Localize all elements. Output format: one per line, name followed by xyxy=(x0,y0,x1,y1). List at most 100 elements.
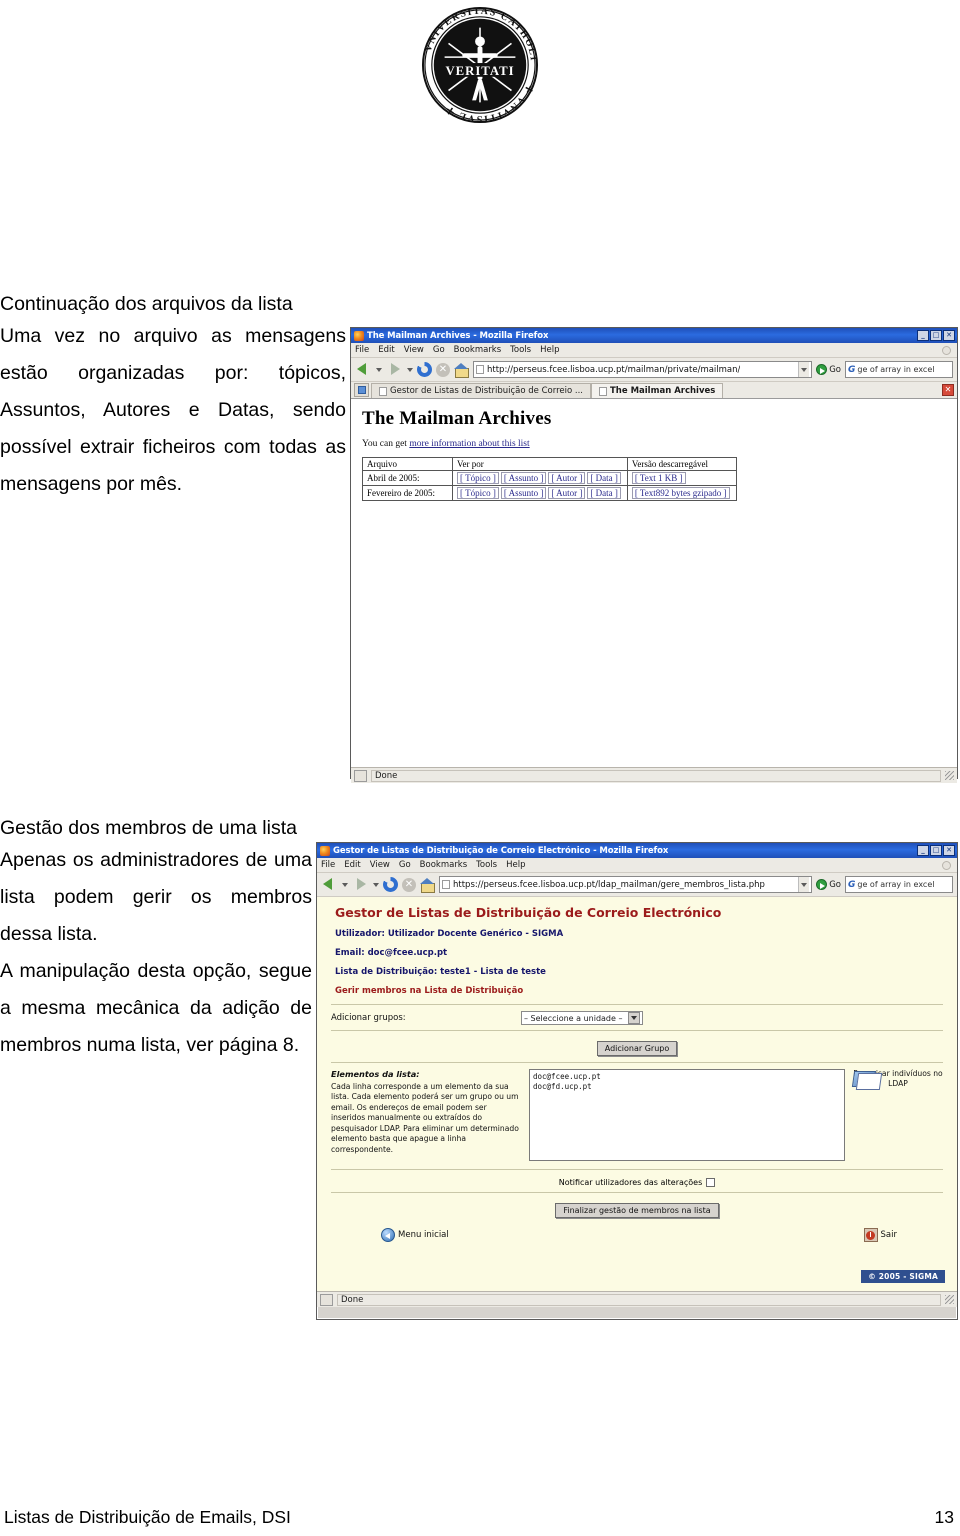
maximize-button[interactable]: □ xyxy=(930,845,942,856)
menu-view[interactable]: View xyxy=(370,860,390,870)
link-autor[interactable]: [ Autor ] xyxy=(548,487,586,499)
forward-icon[interactable] xyxy=(386,361,403,378)
window1-menubar[interactable]: File Edit View Go Bookmarks Tools Help xyxy=(351,343,957,358)
tab-mailman-archives[interactable]: The Mailman Archives xyxy=(591,383,724,398)
divider xyxy=(331,1004,943,1005)
go-button[interactable]: Go xyxy=(816,364,841,375)
window1-controls[interactable]: _ □ ✕ xyxy=(917,330,955,341)
link-topico[interactable]: [ Tópico ] xyxy=(457,472,499,484)
link-autor[interactable]: [ Autor ] xyxy=(548,472,586,484)
home-icon[interactable] xyxy=(420,878,435,893)
forward-icon[interactable] xyxy=(352,876,369,893)
window1-titlebar[interactable]: The Mailman Archives - Mozilla Firefox _… xyxy=(351,328,957,343)
menu-bookmarks[interactable]: Bookmarks xyxy=(420,860,468,870)
resize-grip[interactable] xyxy=(945,1295,954,1304)
more-information-link[interactable]: more information about this list xyxy=(409,439,529,449)
go-label: Go xyxy=(829,879,841,890)
tab-gestor-listas[interactable]: Gestor de Listas de Distribuição de Corr… xyxy=(371,383,591,398)
back-icon[interactable] xyxy=(355,361,372,378)
menu-view[interactable]: View xyxy=(404,345,424,355)
add-group-button[interactable]: Adicionar Grupo xyxy=(596,1041,678,1056)
home-icon[interactable] xyxy=(454,363,469,378)
cell-arquivo: Abril de 2005: xyxy=(362,470,453,486)
search-box[interactable]: G ge of array in excel xyxy=(845,876,953,893)
back-icon[interactable] xyxy=(321,876,338,893)
window2-menubar[interactable]: File Edit View Go Bookmarks Tools Help xyxy=(317,858,957,873)
stop-icon[interactable]: ✕ xyxy=(436,362,450,377)
tab-close-icon[interactable]: ✕ xyxy=(942,384,954,396)
chevron-down-icon[interactable] xyxy=(628,1012,641,1024)
link-data[interactable]: [ Data ] xyxy=(587,487,621,499)
finish-members-button[interactable]: Finalizar gestão de membros na lista xyxy=(555,1203,719,1218)
statusbar-icon xyxy=(354,769,367,782)
menu-bookmarks[interactable]: Bookmarks xyxy=(454,345,502,355)
unit-select[interactable]: – Seleccione a unidade – xyxy=(521,1011,644,1025)
resize-grip[interactable] xyxy=(945,771,954,780)
menubar-status-indicator xyxy=(942,345,951,355)
menu-tools[interactable]: Tools xyxy=(510,345,531,355)
close-button[interactable]: ✕ xyxy=(943,845,955,856)
go-button[interactable]: Go xyxy=(816,879,841,890)
address-bar[interactable]: https://perseus.fcee.lisboa.ucp.pt/ldap_… xyxy=(439,876,813,893)
list-line: Lista de Distribuição: teste1 - Lista de… xyxy=(335,967,546,977)
exit-button[interactable]: Sair xyxy=(863,1228,897,1242)
forward-dropdown-icon[interactable] xyxy=(373,882,379,887)
menu-tools[interactable]: Tools xyxy=(476,860,497,870)
address-bar-url: https://perseus.fcee.lisboa.ucp.pt/ldap_… xyxy=(453,879,765,890)
browser-window-mailman-archives[interactable]: The Mailman Archives - Mozilla Firefox _… xyxy=(350,327,958,783)
menu-go[interactable]: Go xyxy=(399,860,411,870)
menu-edit[interactable]: Edit xyxy=(378,345,394,355)
page-footer: Listas de Distribuição de Emails, DSI 13 xyxy=(0,1507,960,1528)
statusbar-icon xyxy=(320,1293,333,1306)
stop-icon[interactable]: ✕ xyxy=(402,877,416,892)
address-bar-url: http://perseus.fcee.lisboa.ucp.pt/mailma… xyxy=(487,364,741,375)
window2-navigation-toolbar[interactable]: ✕ https://perseus.fcee.lisboa.ucp.pt/lda… xyxy=(317,873,957,897)
menu-help[interactable]: Help xyxy=(506,860,525,870)
section-title: Gerir membros na Lista de Distribuição xyxy=(335,986,524,996)
address-bar[interactable]: http://perseus.fcee.lisboa.ucp.pt/mailma… xyxy=(473,361,813,378)
notify-checkbox[interactable] xyxy=(706,1178,716,1187)
section2-heading: Gestão dos membros de uma lista xyxy=(0,817,297,839)
link-topico[interactable]: [ Tópico ] xyxy=(457,487,499,499)
menu-go[interactable]: Go xyxy=(433,345,445,355)
minimize-button[interactable]: _ xyxy=(917,330,929,341)
address-dropdown-icon[interactable] xyxy=(798,362,810,377)
link-assunto[interactable]: [ Assunto ] xyxy=(500,487,547,499)
tab-list-button[interactable] xyxy=(354,383,369,397)
menu-file[interactable]: File xyxy=(355,345,369,355)
back-arrow-icon xyxy=(381,1228,395,1242)
minimize-button[interactable]: _ xyxy=(917,845,929,856)
cell-ver-por: [ Tópico ][ Assunto ][ Autor ][ Data ] xyxy=(452,485,628,501)
window1-navigation-toolbar[interactable]: ✕ http://perseus.fcee.lisboa.ucp.pt/mail… xyxy=(351,358,957,382)
menu-edit[interactable]: Edit xyxy=(344,860,360,870)
search-input-value: ge of array in excel xyxy=(857,365,935,374)
menu-file[interactable]: File xyxy=(321,860,335,870)
ldap-search-button[interactable]: Pesquisar indivíduos no LDAP xyxy=(852,1069,943,1161)
add-groups-row: Adicionar grupos: – Seleccione a unidade… xyxy=(317,1011,957,1025)
link-download-text[interactable]: [ Text892 bytes gzipado ] xyxy=(631,487,730,499)
back-dropdown-icon[interactable] xyxy=(376,367,382,372)
link-assunto[interactable]: [ Assunto ] xyxy=(500,472,547,484)
forward-dropdown-icon[interactable] xyxy=(407,367,413,372)
browser-window-gestor-listas[interactable]: Gestor de Listas de Distribuição de Corr… xyxy=(316,842,958,1320)
link-download-text[interactable]: [ Text 1 KB ] xyxy=(631,472,686,484)
menu-help[interactable]: Help xyxy=(540,345,559,355)
tab-favicon xyxy=(599,386,607,396)
mailman-info-line: You can get more information about this … xyxy=(362,439,957,449)
window2-controls[interactable]: _ □ ✕ xyxy=(917,845,955,856)
close-button[interactable]: ✕ xyxy=(943,330,955,341)
address-dropdown-icon[interactable] xyxy=(798,877,810,892)
reload-icon[interactable] xyxy=(417,362,432,377)
link-data[interactable]: [ Data ] xyxy=(587,472,621,484)
divider xyxy=(331,1030,943,1031)
notify-label: Notificar utilizadores das alterações xyxy=(558,1178,703,1187)
reload-icon[interactable] xyxy=(383,877,398,892)
window1-tabbar[interactable]: Gestor de Listas de Distribuição de Corr… xyxy=(351,382,957,399)
window2-titlebar[interactable]: Gestor de Listas de Distribuição de Corr… xyxy=(317,843,957,858)
search-box[interactable]: G ge of array in excel xyxy=(845,361,953,378)
maximize-button[interactable]: □ xyxy=(930,330,942,341)
back-dropdown-icon[interactable] xyxy=(342,882,348,887)
members-textarea[interactable]: doc@fcee.ucp.pt doc@fd.ucp.pt xyxy=(529,1069,845,1161)
home-menu-button[interactable]: Menu inicial xyxy=(381,1228,449,1242)
col-arquivo: Arquivo xyxy=(362,457,453,471)
